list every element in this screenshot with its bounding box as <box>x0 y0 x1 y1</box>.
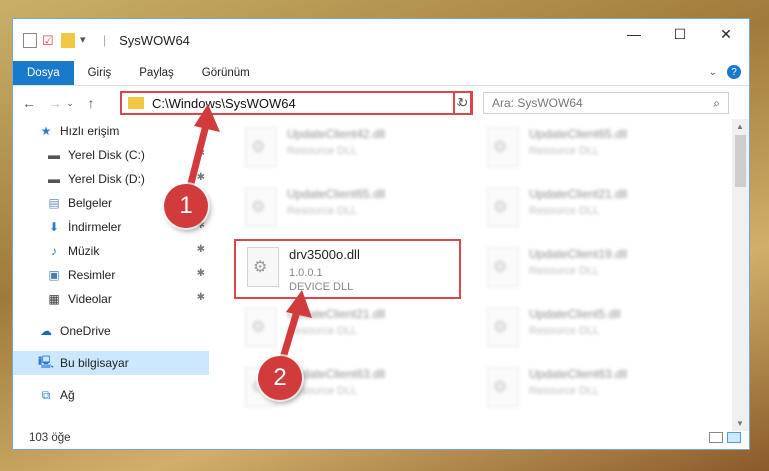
pin-icon: ✱ <box>196 244 205 255</box>
sidebar-item-network[interactable]: ⧉ Ağ <box>13 383 209 407</box>
pictures-icon: ▣ <box>48 268 60 282</box>
pin-icon: ✱ <box>196 148 205 159</box>
title-bar: ☑ ▾ | SysWOW64 — ☐ ✕ <box>13 19 749 61</box>
close-button[interactable]: ✕ <box>703 19 749 49</box>
folder-icon <box>128 97 144 109</box>
documents-icon: ▤ <box>48 196 60 210</box>
tiles-view-icon[interactable] <box>727 432 741 443</box>
expand-ribbon-icon[interactable]: ⌄ <box>709 67 717 78</box>
gear-icon: ⚙ <box>493 199 508 216</box>
network-icon: ⧉ <box>41 387 51 402</box>
vertical-scrollbar[interactable]: ▲ ▼ <box>732 119 749 431</box>
sidebar-item-onedrive[interactable]: ☁ OneDrive <box>13 319 209 343</box>
gear-icon: ⚙ <box>251 139 266 156</box>
forward-button[interactable]: → <box>45 95 65 111</box>
tab-file[interactable]: Dosya <box>13 61 74 85</box>
file-item[interactable]: ⚙ UpdateClient19.dll Resource DLL <box>479 243 699 295</box>
gear-icon: ⚙ <box>251 319 266 336</box>
back-button[interactable]: ← <box>19 95 39 111</box>
gear-icon: ⚙ <box>493 259 508 276</box>
pin-icon: ✱ <box>196 268 205 279</box>
tab-view[interactable]: Görünüm <box>188 61 264 85</box>
refresh-button[interactable]: ↻ <box>453 91 473 115</box>
status-bar: 103 öğe <box>13 427 749 449</box>
step-badge-2: 2 <box>258 356 302 400</box>
search-placeholder: Ara: SysWOW64 <box>492 96 583 110</box>
new-folder-icon[interactable] <box>61 32 75 48</box>
computer-icon: 🖳 <box>38 354 55 369</box>
drive-icon: ▬ <box>48 172 60 186</box>
quick-access-toolbar: ☑ ▾ | SysWOW64 <box>13 32 190 48</box>
recent-locations-icon[interactable]: ⌄ <box>65 98 75 109</box>
explorer-window: ☑ ▾ | SysWOW64 — ☐ ✕ Dosya Giriş Paylaş … <box>12 18 750 450</box>
sidebar-item-videos[interactable]: ▦ Videolar ✱ <box>13 287 209 311</box>
gear-icon: ⚙ <box>251 199 266 216</box>
file-item[interactable]: ⚙ UpdateClient5.dll Resource DLL <box>479 303 699 355</box>
file-item[interactable]: ⚙ UpdateClient63.dll Resource DLL <box>479 363 699 415</box>
up-button[interactable]: ↑ <box>81 95 101 111</box>
search-icon: ⌕ <box>713 96 720 110</box>
sidebar-item-pictures[interactable]: ▣ Resimler ✱ <box>13 263 209 287</box>
file-item[interactable]: ⚙ UpdateClient42.dll Resource DLL <box>237 123 457 175</box>
address-bar[interactable]: C:\Windows\SysWOW64 ⌄ <box>120 91 472 115</box>
sidebar-item-quick-access[interactable]: ★ Hızlı erişim <box>13 119 209 143</box>
video-icon: ▦ <box>48 292 60 306</box>
sidebar-item-music[interactable]: ♪ Müzik ✱ <box>13 239 209 263</box>
properties-icon[interactable]: ☑ <box>42 33 56 48</box>
pin-icon: ✱ <box>196 172 205 183</box>
file-item[interactable]: ⚙ UpdateClient65.dll Resource DLL <box>237 183 457 235</box>
gear-icon: ⚙ <box>493 139 508 156</box>
ribbon-tabs: Dosya Giriş Paylaş Görünüm ⌄ ? <box>13 61 749 86</box>
scrollbar-thumb[interactable] <box>735 135 746 187</box>
navigation-bar: ← → ⌄ ↑ C:\Windows\SysWOW64 ⌄ ↻ Ara: Sys… <box>13 86 749 120</box>
pin-icon: ✱ <box>196 292 205 303</box>
details-view-icon[interactable] <box>709 432 723 443</box>
scroll-up-icon[interactable]: ▲ <box>736 122 744 131</box>
file-highlight-box <box>234 239 461 299</box>
tab-home[interactable]: Giriş <box>74 61 126 85</box>
file-item[interactable]: ⚙ UpdateClient21.dll Resource DLL <box>479 183 699 235</box>
tab-share[interactable]: Paylaş <box>125 61 188 85</box>
navigation-pane: ★ Hızlı erişim ▬ Yerel Disk (C:) ✱ ▬ Yerel D… <box>13 119 209 419</box>
file-item[interactable]: ⚙ UpdateClient21.dll Resource DLL <box>237 303 457 355</box>
sidebar-item-local-disk-c[interactable]: ▬ Yerel Disk (C:) ✱ <box>13 143 209 167</box>
customize-icon[interactable]: ▾ <box>80 33 94 48</box>
star-icon: ★ <box>40 124 52 138</box>
file-item[interactable]: ⚙ UpdateClient65.dll Resource DLL <box>479 123 699 175</box>
cloud-icon: ☁ <box>40 324 52 338</box>
folder-icon[interactable] <box>23 32 37 48</box>
search-input[interactable]: Ara: SysWOW64 ⌕ <box>483 92 729 114</box>
music-icon: ♪ <box>51 244 57 258</box>
item-count: 103 öğe <box>29 432 71 444</box>
sidebar-item-this-pc[interactable]: 🖳 Bu bilgisayar <box>13 351 209 375</box>
gear-icon: ⚙ <box>493 319 508 336</box>
maximize-button[interactable]: ☐ <box>657 19 703 49</box>
address-path: C:\Windows\SysWOW64 <box>152 95 296 111</box>
drive-icon: ▬ <box>48 148 60 162</box>
gear-icon: ⚙ <box>493 379 508 396</box>
minimize-button[interactable]: — <box>611 19 657 49</box>
download-icon: ⬇ <box>48 220 60 234</box>
help-icon[interactable]: ? <box>727 65 741 79</box>
window-title: SysWOW64 <box>119 32 190 48</box>
step-badge-1: 1 <box>164 184 208 228</box>
